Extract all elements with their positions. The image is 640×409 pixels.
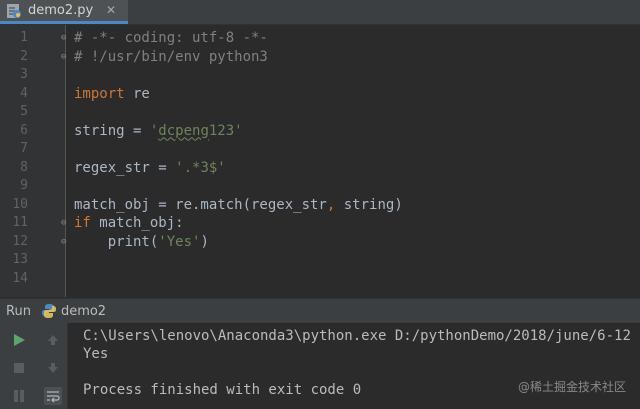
code-line: if match_obj: bbox=[74, 214, 184, 232]
run-toolbar bbox=[0, 323, 68, 409]
line-number: 3 bbox=[20, 67, 28, 82]
soft-wrap-icon[interactable] bbox=[44, 387, 62, 405]
code-token: import bbox=[74, 85, 125, 102]
line-number-gutter: 1 2 3 4 5 6 7 8 9 10 11 12 13 14 ⊖ ⊖ ⊖ ⊖ bbox=[0, 25, 66, 297]
code-area[interactable]: # -*- coding: utf-8 -*- # !/usr/bin/env p… bbox=[74, 25, 640, 297]
editor-tab-bar: demo2.py ✕ bbox=[0, 0, 640, 25]
code-token: string) bbox=[335, 196, 403, 213]
run-tool-window-header: Run demo2 bbox=[0, 298, 640, 323]
python-file-icon bbox=[7, 3, 21, 18]
console-line: C:\Users\lenovo\Anaconda3\python.exe D:/… bbox=[83, 328, 631, 344]
line-number: 7 bbox=[20, 141, 28, 156]
line-number: 4 bbox=[20, 85, 28, 101]
play-icon[interactable] bbox=[10, 331, 28, 349]
code-token: # -*- coding: utf-8 -*- bbox=[74, 30, 268, 46]
code-token: regex_str = bbox=[74, 159, 176, 176]
line-number: 5 bbox=[20, 104, 28, 119]
console-line: Process finished with exit code 0 bbox=[83, 382, 362, 398]
tab-demo2-py[interactable]: demo2.py ✕ bbox=[0, 0, 128, 24]
code-line: # !/usr/bin/env python3 bbox=[74, 48, 268, 66]
run-configuration-name[interactable]: demo2 bbox=[61, 304, 106, 319]
fold-marker-icon[interactable]: ⊖ bbox=[61, 48, 66, 66]
code-token: # !/usr/bin/env python3 bbox=[74, 48, 268, 65]
code-token: string = bbox=[74, 122, 150, 139]
line-number: 10 bbox=[12, 196, 28, 212]
code-line: regex_str = '.*3$' bbox=[74, 159, 226, 177]
python-file-icon bbox=[41, 304, 56, 318]
code-token: ) bbox=[200, 233, 209, 250]
console-line: Yes bbox=[83, 346, 109, 362]
run-panel-title[interactable]: Run bbox=[6, 304, 31, 319]
line-number: 9 bbox=[20, 178, 28, 193]
code-line: string = 'dcpeng123' bbox=[74, 122, 243, 140]
code-token: if bbox=[74, 215, 91, 231]
code-line: print('Yes') bbox=[74, 233, 209, 251]
code-line: match_obj = re.match(regex_str, string) bbox=[74, 196, 403, 214]
arrow-up-icon[interactable] bbox=[44, 331, 62, 349]
code-token: '.*3$' bbox=[175, 159, 226, 176]
fold-marker-icon[interactable]: ⊖ bbox=[61, 233, 66, 251]
stop-icon[interactable] bbox=[10, 359, 28, 377]
line-number: 11 bbox=[12, 215, 28, 230]
line-number: 8 bbox=[20, 159, 28, 175]
code-token: print( bbox=[74, 233, 159, 250]
fold-marker-icon[interactable]: ⊖ bbox=[61, 29, 66, 47]
tab-label: demo2.py bbox=[28, 3, 94, 18]
arrow-down-icon[interactable] bbox=[44, 359, 62, 377]
code-line: # -*- coding: utf-8 -*- bbox=[74, 29, 268, 47]
watermark: @稀土掘金技术社区 bbox=[517, 380, 626, 394]
line-number: 13 bbox=[12, 252, 28, 267]
line-number: 1 bbox=[20, 30, 28, 45]
code-token: match_obj: bbox=[90, 215, 184, 231]
line-number: 6 bbox=[20, 122, 28, 138]
line-number: 2 bbox=[20, 48, 28, 64]
pause-icon[interactable] bbox=[10, 387, 28, 405]
code-token: match_obj = re.match(regex_str bbox=[74, 196, 327, 213]
close-icon[interactable]: ✕ bbox=[106, 3, 116, 17]
code-token: re bbox=[124, 85, 150, 102]
code-line: import re bbox=[74, 85, 150, 103]
code-token: 123' bbox=[208, 122, 243, 139]
line-number: 14 bbox=[12, 270, 28, 286]
code-token: dcpeng bbox=[158, 122, 209, 139]
run-console-output[interactable]: C:\Users\lenovo\Anaconda3\python.exe D:/… bbox=[68, 323, 640, 409]
code-token: 'Yes' bbox=[158, 233, 201, 250]
code-editor[interactable]: 1 2 3 4 5 6 7 8 9 10 11 12 13 14 ⊖ ⊖ ⊖ ⊖ # -*- coding: ut… bbox=[0, 25, 640, 297]
line-number: 12 bbox=[12, 233, 28, 249]
fold-marker-icon[interactable]: ⊖ bbox=[61, 214, 66, 232]
